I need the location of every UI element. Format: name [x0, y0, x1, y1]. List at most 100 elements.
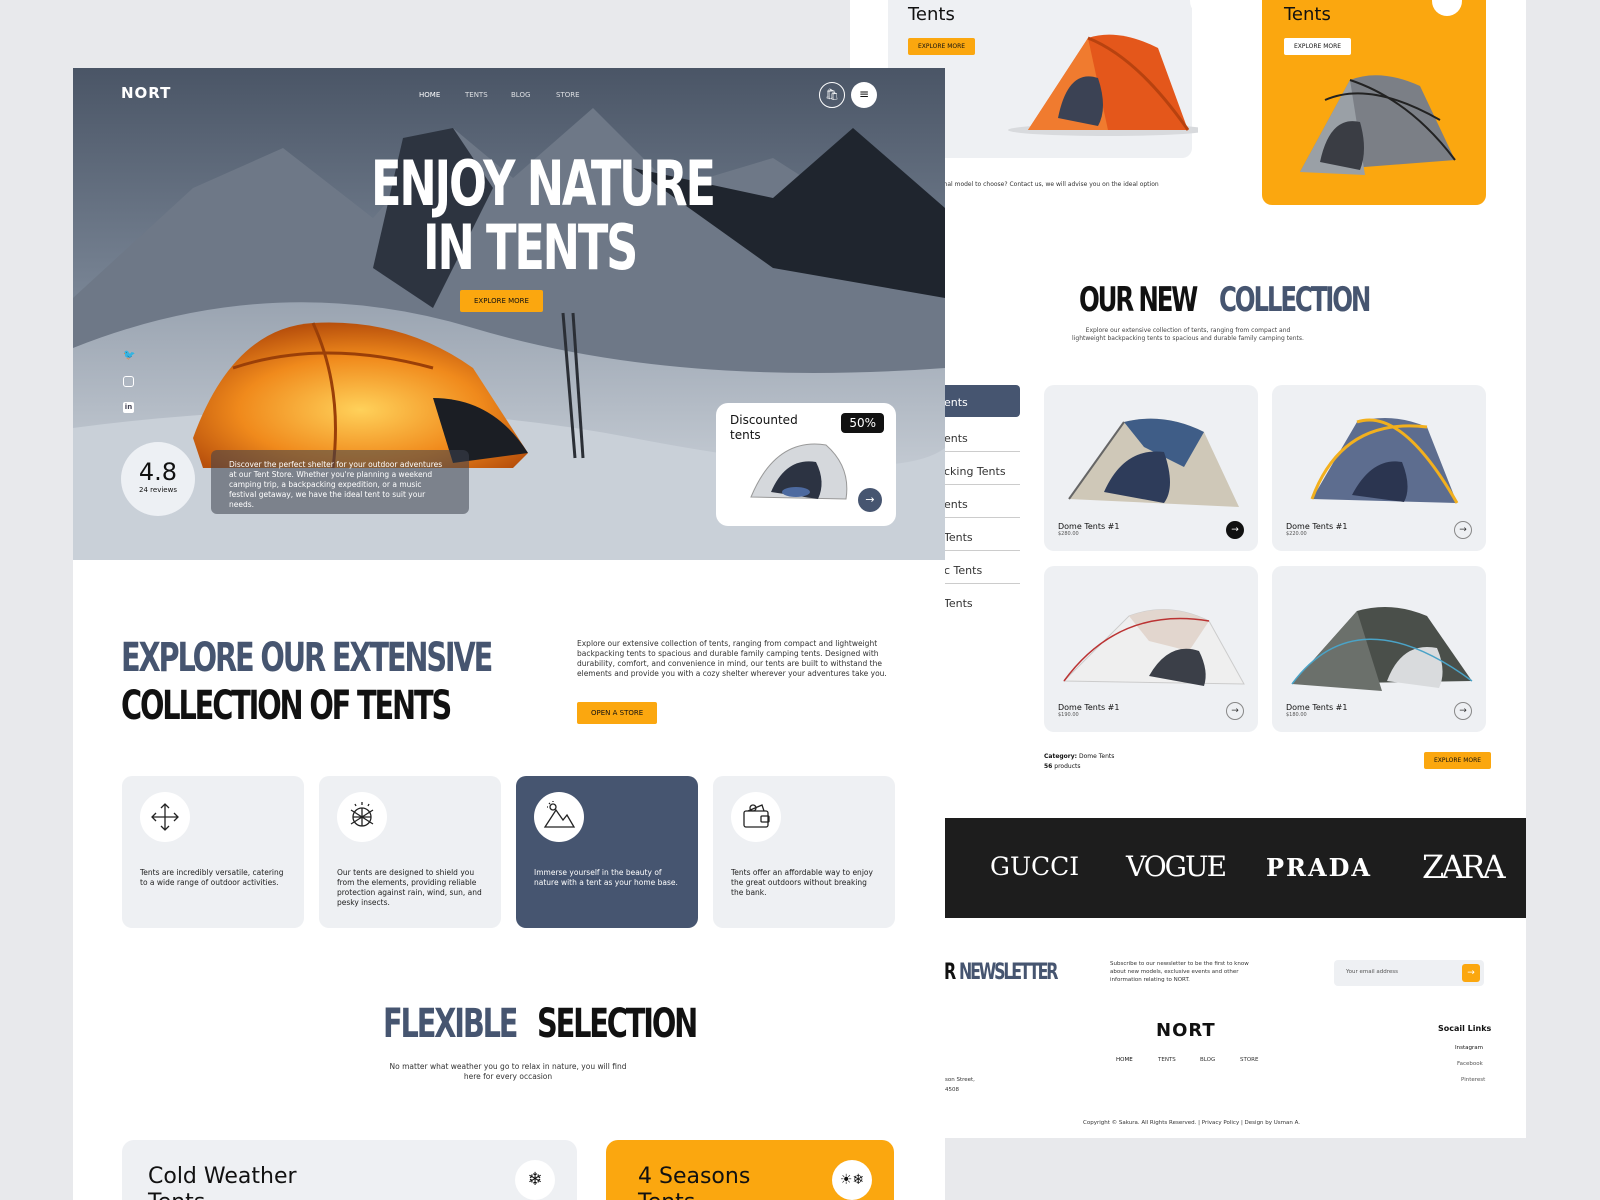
hero-description: Discover the perfect shelter for your ou…: [211, 450, 469, 514]
footer-nav-tents[interactable]: TENTS: [1158, 1057, 1176, 1063]
brand-logo: GUCCI: [990, 852, 1080, 881]
product-card[interactable]: Dome Tents #1 $280.00 →: [1044, 385, 1258, 551]
orange-tent-image: [1008, 34, 1198, 136]
category-info: Category: Dome Tents: [1044, 753, 1115, 760]
product-name: Dome Tents #1: [1286, 522, 1348, 531]
logo[interactable]: NORT: [121, 84, 171, 102]
discounted-tent-image: [750, 443, 848, 500]
arrow-right-icon[interactable]: →: [1226, 521, 1244, 539]
footer-nav-store[interactable]: STORE: [1240, 1057, 1258, 1063]
product-price: $220.00: [1286, 531, 1307, 537]
main-page: NORT HOME TENTS BLOG STORE 🛍 ≡ ENJOY NAT…: [73, 68, 945, 1200]
brands-strip: GUCCI VOGUE PRADA ZARA: [850, 818, 1526, 918]
twitter-icon[interactable]: 🐦: [123, 350, 135, 361]
arrow-right-icon[interactable]: →: [1226, 702, 1244, 720]
four-seasons-card[interactable]: 4 SeasonsTents ☀❄: [606, 1140, 894, 1200]
product-card[interactable]: Dome Tents #1 $190.00 →: [1044, 566, 1258, 732]
explore-text: Explore our extensive collection of tent…: [577, 639, 887, 678]
mountain-sun-icon: [534, 792, 584, 842]
seasons-icon: ☀❄: [832, 1160, 872, 1200]
advice-text: optimal model to choose? Contact us, we …: [930, 181, 1159, 188]
arrow-right-icon[interactable]: →: [1454, 521, 1472, 539]
tent-image: [1068, 418, 1239, 507]
flexible-text: No matter what weather you go to relax i…: [389, 1062, 627, 1081]
card-icon: [1432, 0, 1462, 16]
tent-image: [1062, 609, 1245, 686]
footer-logo: NORT: [1156, 1020, 1216, 1041]
product-name: Dome Tents #1: [1058, 522, 1120, 531]
product-price: $180.00: [1286, 712, 1307, 718]
nav-home[interactable]: HOME: [419, 91, 440, 99]
product-price: $280.00: [1058, 531, 1079, 537]
hero-title: ENJOY NATURE IN TENTS: [371, 147, 716, 284]
tent-image: [1310, 418, 1459, 504]
product-name: Dome Tents #1: [1058, 703, 1120, 712]
discount-badge: 50%: [841, 413, 884, 433]
reviews-count: 24 reviews: [139, 486, 177, 494]
feature-card: Our tents are designed to shield you fro…: [319, 776, 501, 928]
rating-value: 4.8: [138, 458, 178, 486]
rating-badge: 4.8 24 reviews: [121, 442, 195, 516]
copyright-text: Copyright © Sakura. All Rights Reserved.…: [1083, 1120, 1301, 1126]
feature-card-active: Immerse yourself in the beauty of nature…: [516, 776, 698, 928]
feature-text: Tents are incredibly versatile, catering…: [140, 868, 284, 887]
newsletter-heading: R NEWSLETTER: [944, 960, 1058, 985]
menu-icon[interactable]: ≡: [851, 82, 877, 108]
collection-description: Explore our extensive collection of tent…: [1072, 327, 1304, 342]
product-card[interactable]: Dome Tents #1 $180.00 →: [1272, 566, 1486, 732]
address-line: 4508: [945, 1087, 959, 1093]
product-price: $190.00: [1058, 712, 1079, 718]
snowflake-icon: ❄: [515, 1160, 555, 1200]
hero-section: NORT HOME TENTS BLOG STORE 🛍 ≡ ENJOY NAT…: [73, 68, 945, 560]
arrow-right-icon[interactable]: →: [858, 488, 882, 512]
arrow-right-icon[interactable]: →: [1454, 702, 1472, 720]
cart-icon[interactable]: 🛍: [819, 82, 845, 108]
flexible-heading: FLEXIBLE SELECTION: [383, 1001, 698, 1047]
feature-text: Tents offer an affordable way to enjoy t…: [731, 868, 873, 897]
social-link[interactable]: Instagram: [1455, 1045, 1483, 1051]
feature-card: Tents offer an affordable way to enjoy t…: [713, 776, 895, 928]
nav-store[interactable]: STORE: [556, 91, 580, 99]
wallet-icon: [731, 792, 781, 842]
explore-more-button[interactable]: EXPLORE MORE: [460, 290, 543, 312]
feature-text: Immerse yourself in the beauty of nature…: [534, 868, 678, 887]
products-count: 56 products: [1044, 763, 1081, 770]
social-links-title: Socail Links: [1438, 1024, 1492, 1033]
brand-logo: VOGUE: [1126, 850, 1227, 883]
tent-image: [1291, 607, 1473, 691]
social-link[interactable]: Pinterest: [1461, 1077, 1485, 1083]
explore-more-button[interactable]: EXPLORE MORE: [1424, 752, 1492, 769]
collection-heading: OUR NEW COLLECTION: [1079, 280, 1371, 320]
grey-tent-image: [1300, 75, 1456, 175]
product-name: Dome Tents #1: [1286, 703, 1348, 712]
brand-logo: ZARA: [1422, 848, 1506, 886]
social-link[interactable]: Facebook: [1457, 1061, 1483, 1067]
product-card[interactable]: Dome Tents #1 $220.00 →: [1272, 385, 1486, 551]
instagram-icon[interactable]: [123, 376, 134, 387]
cold-weather-card[interactable]: Cold WeatherTents ❄: [122, 1140, 577, 1200]
card-icon: [1190, 0, 1220, 16]
feature-card: Tents are incredibly versatile, catering…: [122, 776, 304, 928]
nav-blog[interactable]: BLOG: [511, 91, 530, 99]
footer-nav-home[interactable]: HOME: [1116, 1057, 1133, 1063]
footer-nav-blog[interactable]: BLOG: [1200, 1057, 1215, 1063]
feature-text: Our tents are designed to shield you fro…: [337, 868, 482, 907]
globe-shield-icon: [337, 792, 387, 842]
email-field[interactable]: Your email address →: [1334, 960, 1484, 986]
nav-tents[interactable]: TENTS: [465, 91, 488, 99]
open-store-button[interactable]: OPEN A STORE: [577, 702, 658, 724]
card-title: 4 SeasonsTents: [638, 1164, 751, 1200]
newsletter-text: Subscribe to our newsletter to be the fi…: [1110, 961, 1249, 983]
discount-promo-card[interactable]: Discounted tents 50% →: [716, 403, 896, 526]
address-line: son Street,: [945, 1077, 975, 1083]
submit-arrow-button[interactable]: →: [1462, 964, 1480, 982]
explore-heading: EXPLORE OUR EXTENSIVE COLLECTION OF TENT…: [121, 635, 493, 729]
explore-more-button[interactable]: EXPLORE MORE: [908, 38, 976, 55]
brand-logo: PRADA: [1266, 853, 1373, 882]
tent-category-card[interactable]: Tents EXPLORE MORE: [1262, 0, 1486, 205]
secondary-page: Tents EXPLORE MORE Tents EXPLORE MORE op…: [850, 0, 1526, 1138]
linkedin-icon[interactable]: in: [123, 402, 134, 413]
arrows-icon: [140, 792, 190, 842]
explore-more-button[interactable]: EXPLORE MORE: [1284, 38, 1352, 55]
card-title: Cold WeatherTents: [148, 1164, 297, 1200]
